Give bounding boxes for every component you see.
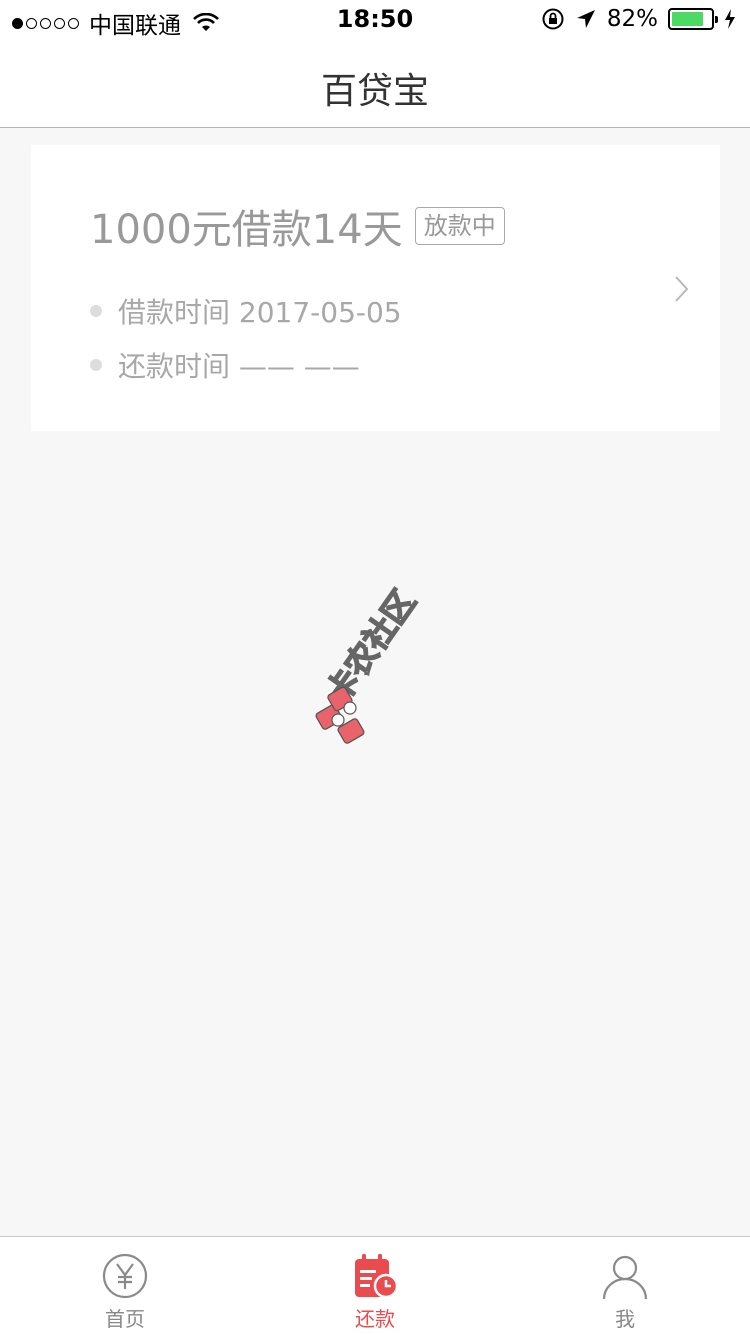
tab-home-label: 首页: [105, 1307, 145, 1331]
page-title: 百贷宝: [320, 71, 429, 112]
yen-circle-icon: [102, 1253, 148, 1299]
bullet-icon: [90, 359, 102, 371]
borrow-time-row: 借款时间 2017-05-05: [90, 291, 402, 331]
loan-title: 1000元借款14天: [90, 207, 403, 253]
tab-repay[interactable]: 还款: [250, 1237, 500, 1334]
tab-home[interactable]: 首页: [0, 1237, 250, 1334]
repay-calendar-icon: [355, 1254, 399, 1299]
rotation-lock-icon: [542, 8, 564, 30]
battery-percent: 82%: [606, 6, 658, 32]
loan-card[interactable]: 1000元借款14天 放款中 借款时间 2017-05-05 还款时间 —— —…: [31, 145, 720, 431]
loan-header: 1000元借款14天 放款中: [90, 197, 505, 255]
tab-me[interactable]: 我: [500, 1237, 750, 1334]
status-badge: 放款中: [414, 207, 505, 245]
location-arrow-icon: [576, 10, 595, 28]
battery-fill: [672, 12, 704, 26]
watermark-logo: 卡农社区: [315, 582, 424, 744]
charging-bolt-icon: [725, 9, 735, 29]
status-right: 82%: [541, 6, 736, 32]
battery-icon: [668, 8, 718, 30]
bullet-icon: [90, 305, 102, 317]
repay-time-row: 还款时间 —— ——: [90, 345, 360, 385]
nav-bar: 百贷宝: [0, 40, 750, 128]
watermark-text: 卡农社区: [319, 583, 424, 710]
repay-time-text: 还款时间 —— ——: [118, 350, 360, 383]
user-icon: [602, 1255, 648, 1300]
borrow-time-text: 借款时间 2017-05-05: [118, 296, 402, 329]
status-bar: 中国联通 18:50 82%: [0, 0, 750, 40]
tab-bar: 首页 还款 我: [0, 1236, 750, 1334]
tab-repay-label: 还款: [355, 1307, 395, 1331]
tab-me-label: 我: [615, 1307, 635, 1331]
chevron-right-icon[interactable]: [674, 275, 690, 303]
